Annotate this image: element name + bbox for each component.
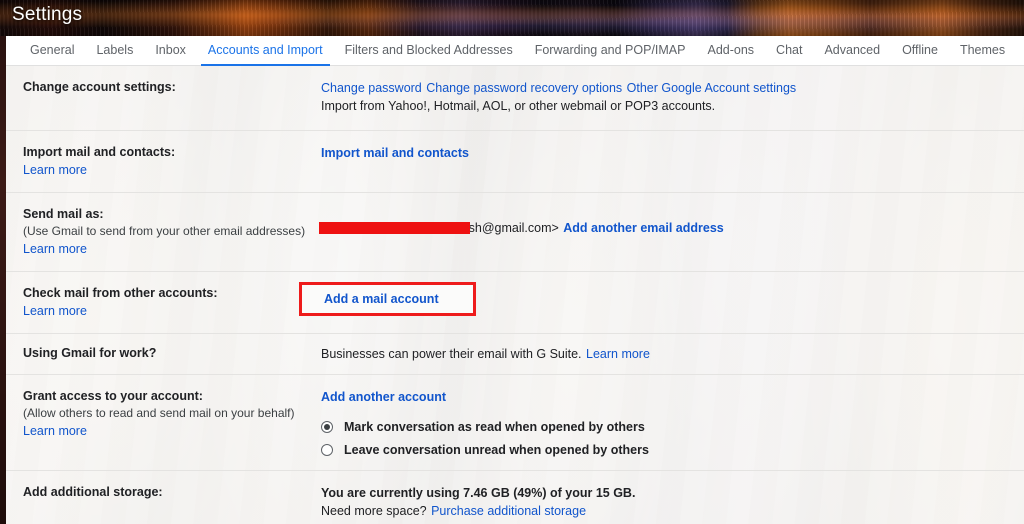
tab-filters-and-blocked-addresses[interactable]: Filters and Blocked Addresses	[334, 36, 524, 66]
radio-option-leave-unread[interactable]: Leave conversation unread when opened by…	[321, 443, 1024, 457]
section-label-cell: Check mail from other accounts: Learn mo…	[23, 272, 321, 333]
page-title: Settings	[12, 4, 83, 25]
import-mail-learn-more-link[interactable]: Learn more	[23, 161, 87, 179]
section-grant-access-to-your-account: Grant access to your account: (Allow oth…	[0, 374, 1024, 470]
change-password-recovery-options-link[interactable]: Change password recovery options	[426, 79, 622, 97]
section-label-cell: Import mail and contacts: Learn more	[23, 131, 321, 192]
section-content-cell: Add another account Mark conversation as…	[321, 375, 1024, 470]
section-change-account-settings: Change account settings: Change password…	[0, 66, 1024, 130]
section-content-cell: You are currently using 7.46 GB (49%) of…	[321, 471, 1024, 524]
radio-button-icon[interactable]	[321, 444, 333, 456]
section-send-mail-as: Send mail as: (Use Gmail to send from yo…	[0, 192, 1024, 271]
import-providers-note: Import from Yahoo!, Hotmail, AOL, or oth…	[321, 99, 716, 113]
section-label-cell: Add additional storage:	[23, 471, 321, 514]
section-label-cell: Grant access to your account: (Allow oth…	[23, 375, 321, 453]
change-account-settings-label: Change account settings:	[23, 80, 176, 94]
send-mail-as-label: Send mail as:	[23, 207, 104, 221]
radio-button-icon[interactable]	[321, 421, 333, 433]
tab-accounts-and-import[interactable]: Accounts and Import	[197, 36, 334, 66]
purchase-additional-storage-link[interactable]: Purchase additional storage	[431, 504, 586, 518]
tab-forwarding-and-pop-imap[interactable]: Forwarding and POP/IMAP	[524, 36, 697, 66]
tab-add-ons[interactable]: Add-ons	[696, 36, 765, 66]
theme-banner: Settings	[0, 0, 1024, 36]
import-mail-and-contacts-label: Import mail and contacts:	[23, 145, 176, 159]
radio-option-mark-as-read[interactable]: Mark conversation as read when opened by…	[321, 420, 1024, 434]
tab-labels[interactable]: Labels	[85, 36, 144, 66]
tab-inbox[interactable]: Inbox	[144, 36, 197, 66]
redacted-email-name: Devesh Sharma <devesh	[321, 221, 469, 235]
g-suite-description: Businesses can power their email with G …	[321, 347, 582, 361]
g-suite-learn-more-link[interactable]: Learn more	[586, 347, 650, 361]
section-label-cell: Change account settings:	[23, 66, 321, 109]
section-import-mail-and-contacts: Import mail and contacts: Learn more Imp…	[0, 130, 1024, 192]
tab-advanced[interactable]: Advanced	[813, 36, 891, 66]
grant-access-learn-more-link[interactable]: Learn more	[23, 422, 87, 440]
other-google-account-settings-link[interactable]: Other Google Account settings	[627, 79, 797, 97]
add-additional-storage-label: Add additional storage:	[23, 485, 163, 499]
add-another-account-link[interactable]: Add another account	[321, 388, 446, 406]
send-mail-as-address-row: Devesh Sharma <deveshsh@gmail.com>	[321, 219, 559, 237]
theme-left-edge-strip	[0, 36, 6, 524]
settings-tabbar: General Labels Inbox Accounts and Import…	[0, 36, 1024, 66]
storage-usage-text: You are currently using 7.46 GB (49%) of…	[321, 486, 636, 500]
tab-offline[interactable]: Offline	[891, 36, 949, 66]
email-domain-visible: sh@gmail.com>	[468, 221, 559, 235]
settings-tabs: General Labels Inbox Accounts and Import…	[19, 36, 1016, 66]
radio-label-leave-unread: Leave conversation unread when opened by…	[344, 443, 649, 457]
section-content-cell: Devesh Sharma <deveshsh@gmail.com> Add a…	[321, 193, 1024, 250]
import-mail-and-contacts-action[interactable]: Import mail and contacts	[321, 144, 469, 162]
send-mail-as-hint: (Use Gmail to send from your other email…	[23, 224, 306, 238]
send-mail-as-learn-more-link[interactable]: Learn more	[23, 240, 87, 258]
change-password-link[interactable]: Change password	[321, 79, 422, 97]
section-label-cell: Send mail as: (Use Gmail to send from yo…	[23, 193, 321, 271]
theme-background-image	[0, 0, 1024, 36]
section-content-cell: Change password Change password recovery…	[321, 66, 1024, 128]
tab-chat[interactable]: Chat	[765, 36, 813, 66]
section-content-cell: Import mail and contacts	[321, 131, 1024, 175]
need-more-space-text: Need more space?	[321, 504, 427, 518]
check-mail-label: Check mail from other accounts:	[23, 286, 218, 300]
grant-access-label: Grant access to your account:	[23, 389, 203, 403]
add-another-email-address-link[interactable]: Add another email address	[563, 219, 723, 237]
section-content-cell: Businesses can power their email with G …	[321, 334, 1024, 374]
using-gmail-for-work-label: Using Gmail for work?	[23, 346, 157, 360]
settings-sections: Change account settings: Change password…	[0, 66, 1024, 524]
radio-label-mark-as-read: Mark conversation as read when opened by…	[344, 420, 645, 434]
section-check-mail-from-other-accounts: Check mail from other accounts: Learn mo…	[0, 271, 1024, 333]
tab-themes[interactable]: Themes	[949, 36, 1016, 66]
grant-access-hint: (Allow others to read and send mail on y…	[23, 406, 295, 420]
check-mail-learn-more-link[interactable]: Learn more	[23, 302, 87, 320]
section-add-additional-storage: Add additional storage: You are currentl…	[0, 470, 1024, 524]
storage-upsell-row: Need more space? Purchase additional sto…	[321, 502, 1024, 520]
settings-body: Change account settings: Change password…	[0, 66, 1024, 524]
add-a-mail-account-link[interactable]: Add a mail account	[324, 290, 439, 308]
gmail-settings-screen: Settings General Labels Inbox Accounts a…	[0, 0, 1024, 524]
section-label-cell: Using Gmail for work?	[23, 334, 321, 373]
tab-general[interactable]: General	[19, 36, 85, 66]
add-mail-account-highlight-box: Add a mail account	[299, 282, 476, 316]
section-using-gmail-for-work: Using Gmail for work? Businesses can pow…	[0, 333, 1024, 374]
section-content-cell: Add a mail account	[299, 272, 1024, 329]
